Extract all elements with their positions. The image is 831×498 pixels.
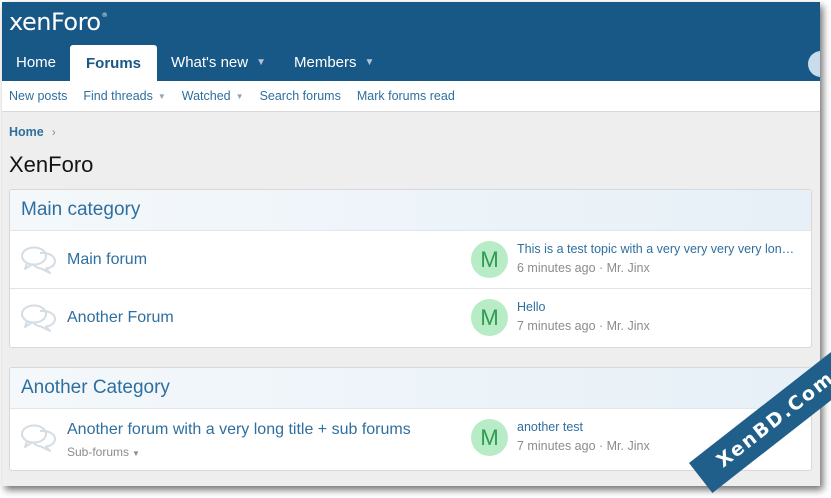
site-header: xenForo® Home Forums What's new ▼ Members… xyxy=(2,2,820,81)
last-post-title[interactable]: This is a test topic with a very very ve… xyxy=(517,242,801,256)
last-post-user[interactable]: Mr. Jinx xyxy=(607,439,650,453)
last-post-meta: 7 minutes ago · Mr. Jinx xyxy=(517,439,650,453)
meta-separator: · xyxy=(595,319,607,333)
caret-down-icon[interactable]: ▼ xyxy=(256,57,266,68)
caret-down-icon[interactable]: ▼ xyxy=(132,449,140,458)
breadcrumb-home[interactable]: Home xyxy=(9,125,44,139)
nav-tab-label: Home xyxy=(16,54,57,71)
forum-title[interactable]: Main forum xyxy=(67,251,147,269)
sub-forums-toggle[interactable]: Sub-forums ▼ xyxy=(67,445,140,459)
last-post-time[interactable]: 7 minutes ago xyxy=(517,439,596,453)
subnav-mark-read[interactable]: Mark forums read xyxy=(357,89,455,103)
last-post-meta: 7 minutes ago · Mr. Jinx xyxy=(517,319,650,333)
meta-separator: · xyxy=(595,261,607,275)
last-post-user[interactable]: Mr. Jinx xyxy=(607,319,650,333)
user-avatar[interactable]: M xyxy=(471,419,508,456)
nav-tab-forums[interactable]: Forums xyxy=(70,45,158,81)
forum-node: Main forum M This is a test topic with a… xyxy=(10,231,811,289)
subnav-label: Find threads xyxy=(83,89,153,103)
last-post-title[interactable]: Hello xyxy=(517,300,801,314)
nav-tab-label: Forums xyxy=(86,54,142,72)
caret-down-icon[interactable]: ▼ xyxy=(236,92,244,101)
subnav-label: Watched xyxy=(181,89,231,103)
nav-tab-label: Members xyxy=(294,54,357,71)
forum-chat-icon xyxy=(21,246,56,274)
subnav-watched[interactable]: Watched ▼ xyxy=(182,89,244,103)
chevron-right-icon: › xyxy=(51,125,56,139)
account-avatar[interactable] xyxy=(808,51,820,77)
nav-tab-whats-new[interactable]: What's new ▼ xyxy=(157,44,280,81)
category-block: Another Category Another forum with a ve… xyxy=(9,367,812,471)
last-post-time[interactable]: 6 minutes ago xyxy=(517,261,596,275)
forum-window: xenForo® Home Forums What's new ▼ Members… xyxy=(2,2,820,486)
category-title[interactable]: Another Category xyxy=(10,368,811,409)
nav-tab-home[interactable]: Home xyxy=(2,44,70,81)
meta-separator: · xyxy=(595,439,607,453)
forum-title[interactable]: Another forum with a very long title + s… xyxy=(67,421,411,439)
logo-mark: ® xyxy=(101,12,108,19)
last-post-user[interactable]: Mr. Jinx xyxy=(607,261,650,275)
caret-down-icon[interactable]: ▼ xyxy=(158,92,166,101)
subnav-find-threads[interactable]: Find threads ▼ xyxy=(83,89,165,103)
forum-node: Another Forum M Hello 7 minutes ago · Mr… xyxy=(10,289,811,347)
page-title: XenForo xyxy=(9,152,94,177)
category-block: Main category Main forum M This is a tes… xyxy=(9,189,812,348)
logo-text: xenForo xyxy=(9,8,101,36)
last-post-meta: 6 minutes ago · Mr. Jinx xyxy=(517,261,650,275)
subnav-search-forums[interactable]: Search forums xyxy=(260,89,341,103)
last-post-time[interactable]: 7 minutes ago xyxy=(517,319,596,333)
site-logo[interactable]: xenForo® xyxy=(9,8,108,36)
breadcrumb: Home › xyxy=(9,125,56,139)
sub-nav: New posts Find threads ▼ Watched ▼ Search … xyxy=(2,81,820,112)
sub-forums-label: Sub-forums xyxy=(67,445,130,459)
forum-title[interactable]: Another Forum xyxy=(67,309,174,327)
category-title[interactable]: Main category xyxy=(10,190,811,231)
forum-chat-icon xyxy=(21,424,56,452)
main-nav: Home Forums What's new ▼ Members ▼ xyxy=(2,44,388,81)
user-avatar[interactable]: M xyxy=(471,241,508,278)
subnav-new-posts[interactable]: New posts xyxy=(9,89,67,103)
nav-tab-label: What's new xyxy=(171,54,249,71)
forum-chat-icon xyxy=(21,304,56,332)
nav-tab-members[interactable]: Members ▼ xyxy=(280,44,388,81)
caret-down-icon[interactable]: ▼ xyxy=(365,57,375,68)
user-avatar[interactable]: M xyxy=(471,299,508,336)
